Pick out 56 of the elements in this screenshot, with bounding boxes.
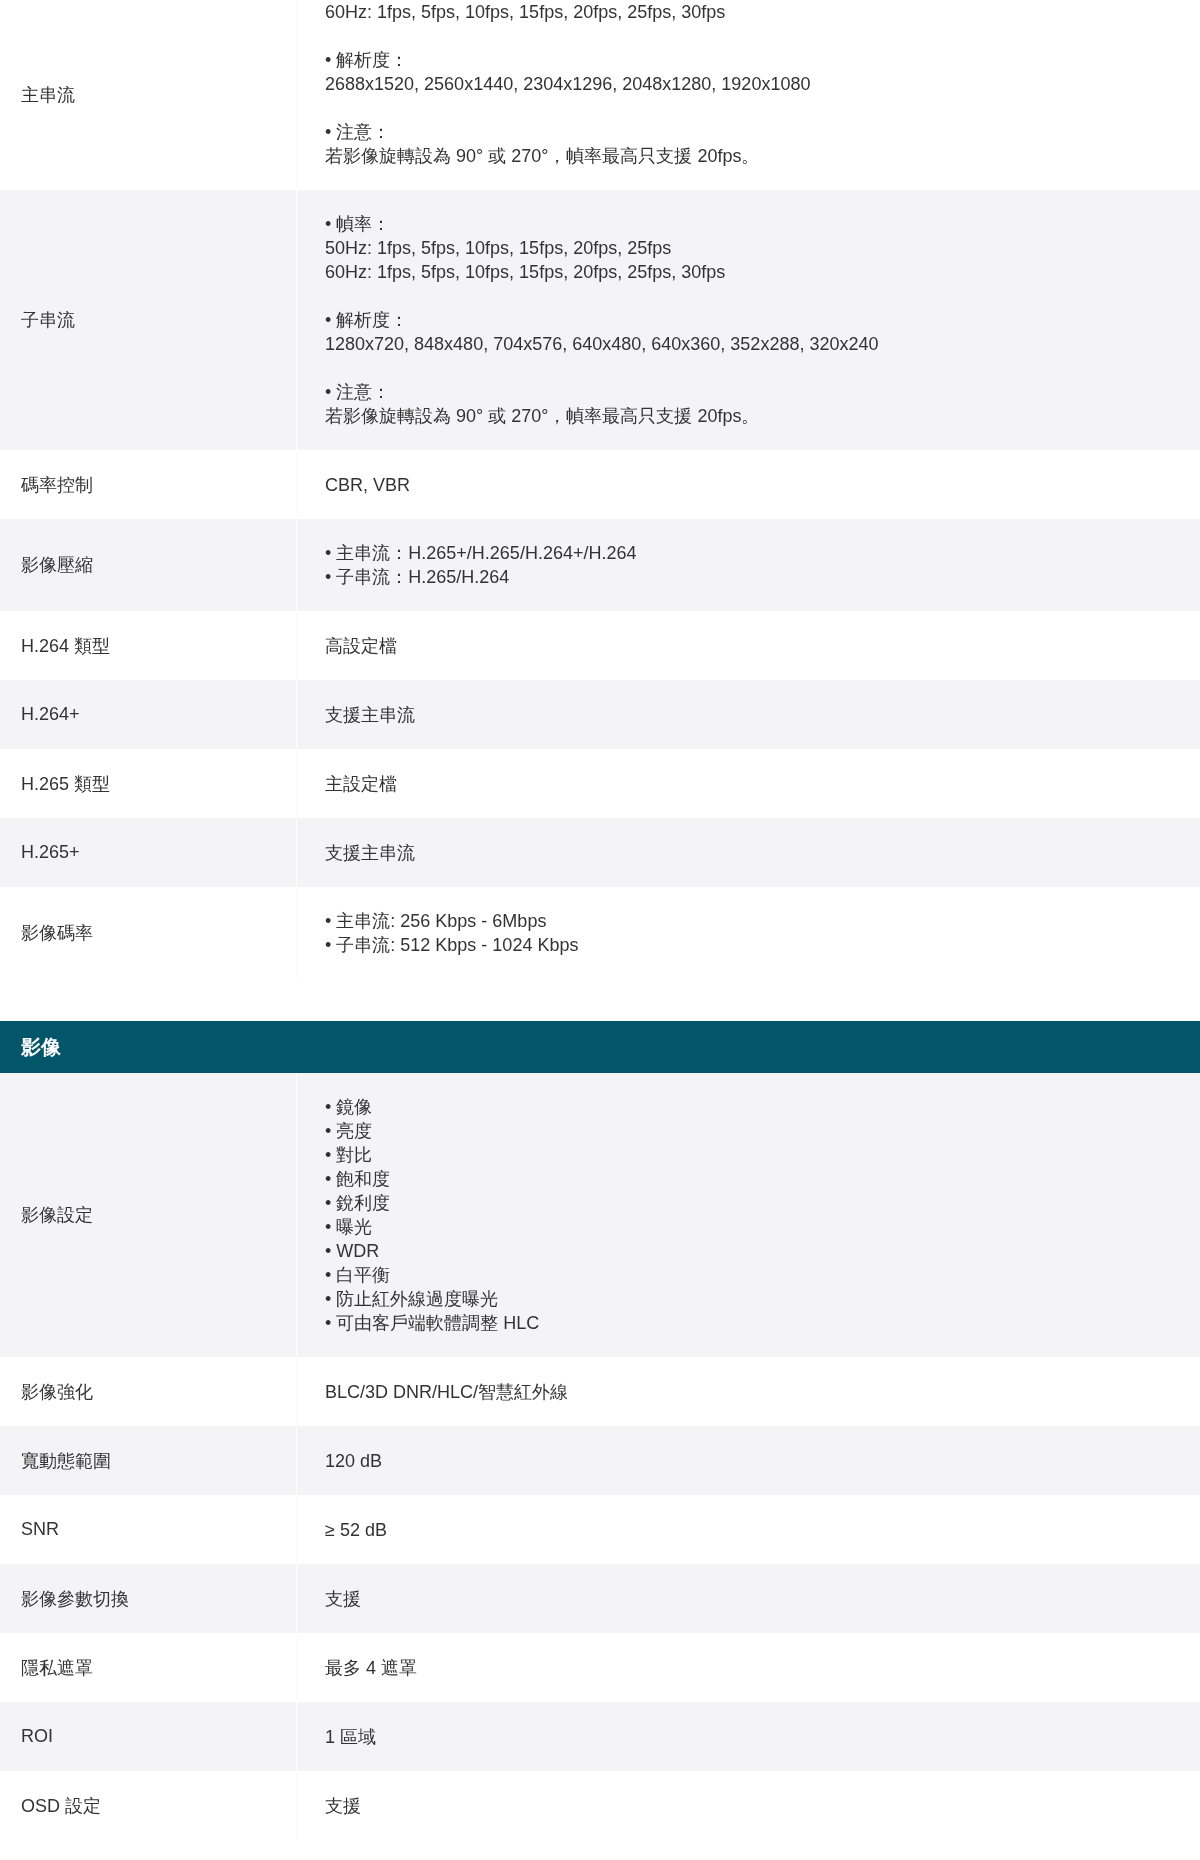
spec-value: 60Hz: 1fps, 5fps, 10fps, 15fps, 20fps, 25fps, 30fps bbox=[325, 261, 727, 284]
spec-label: H.265 類型 bbox=[21, 772, 111, 796]
spec-value: • 主串流：H.265+/H.265/H.264+/H.264 bbox=[325, 542, 638, 565]
spec-value: • 幀率： bbox=[325, 213, 392, 236]
spec-value: 1 區域 bbox=[325, 1725, 377, 1749]
spec-value: 1280x720, 848x480, 704x576, 640x480, 640x360, 352x288, 320x240 bbox=[325, 333, 880, 356]
spec-value: 支援 bbox=[325, 1587, 362, 1611]
spec-value: • 亮度 bbox=[325, 1120, 374, 1143]
spec-label: 影像壓縮 bbox=[21, 554, 93, 577]
spec-label: 影像碼率 bbox=[21, 922, 93, 945]
spec-value: 2688x1520, 2560x1440, 2304x1296, 2048x1280, 1920x1080 bbox=[325, 73, 812, 96]
spec-value: 120 dB bbox=[325, 1449, 384, 1473]
spec-label: 隱私遮罩 bbox=[21, 1656, 93, 1680]
spec-value: • 防止紅外線過度曝光 bbox=[325, 1288, 500, 1311]
spec-value: 50Hz: 1fps, 5fps, 10fps, 15fps, 20fps, 25fps bbox=[325, 237, 673, 260]
spec-label: 寬動態範圍 bbox=[21, 1449, 111, 1473]
spec-value: • 注意： bbox=[325, 121, 392, 144]
spec-value: 最多 4 遮罩 bbox=[325, 1656, 418, 1680]
spec-value: 支援主串流 bbox=[325, 703, 416, 727]
spec-label: 影像設定 bbox=[21, 1204, 93, 1227]
spec-value: BLC/3D DNR/HLC/智慧紅外線 bbox=[325, 1380, 570, 1404]
spec-value: 主設定檔 bbox=[325, 772, 398, 796]
spec-value: • 子串流: 512 Kbps - 1024 Kbps bbox=[325, 934, 580, 957]
spec-value: 支援 bbox=[325, 1794, 362, 1818]
spec-label: H.265+ bbox=[21, 842, 80, 863]
spec-value: • 鏡像 bbox=[325, 1096, 374, 1119]
spec-value: ≥ 52 dB bbox=[325, 1518, 388, 1542]
spec-value: • WDR bbox=[325, 1240, 381, 1263]
spec-value: • 銳利度 bbox=[325, 1192, 392, 1215]
spec-label: H.264+ bbox=[21, 704, 80, 725]
spec-value: 若影像旋轉設為 90° 或 270°，幀率最高只支援 20fps。 bbox=[325, 405, 761, 428]
spec-value: • 白平衡 bbox=[325, 1264, 392, 1287]
spec-value: 支援主串流 bbox=[325, 841, 416, 865]
spec-label: 影像參數切換 bbox=[21, 1587, 129, 1611]
spec-value: • 曝光 bbox=[325, 1216, 374, 1239]
spec-label: 碼率控制 bbox=[21, 473, 93, 497]
section-header: 影像 bbox=[0, 1021, 1200, 1073]
spec-label: H.264 類型 bbox=[21, 634, 111, 658]
spec-label: 子串流 bbox=[21, 309, 75, 332]
spec-value: • 主串流: 256 Kbps - 6Mbps bbox=[325, 910, 548, 933]
spec-value: • 飽和度 bbox=[325, 1168, 392, 1191]
spec-label: ROI bbox=[21, 1726, 53, 1747]
spec-value: 高設定檔 bbox=[325, 634, 398, 658]
spec-label: 主串流 bbox=[21, 84, 75, 107]
spec-value: CBR, VBR bbox=[325, 473, 412, 497]
spec-value: 若影像旋轉設為 90° 或 270°，幀率最高只支援 20fps。 bbox=[325, 145, 761, 168]
spec-label: SNR bbox=[21, 1519, 59, 1540]
spec-value: • 可由客戶端軟體調整 HLC bbox=[325, 1312, 541, 1335]
spec-value: 60Hz: 1fps, 5fps, 10fps, 15fps, 20fps, 25fps, 30fps bbox=[325, 1, 727, 24]
spec-label: 影像強化 bbox=[21, 1380, 93, 1404]
spec-value: • 對比 bbox=[325, 1144, 374, 1167]
spec-value: • 解析度： bbox=[325, 309, 410, 332]
spec-label: OSD 設定 bbox=[21, 1794, 101, 1818]
spec-value: • 解析度： bbox=[325, 49, 410, 72]
spec-value: • 注意： bbox=[325, 381, 392, 404]
spec-value: • 子串流：H.265/H.264 bbox=[325, 566, 511, 589]
